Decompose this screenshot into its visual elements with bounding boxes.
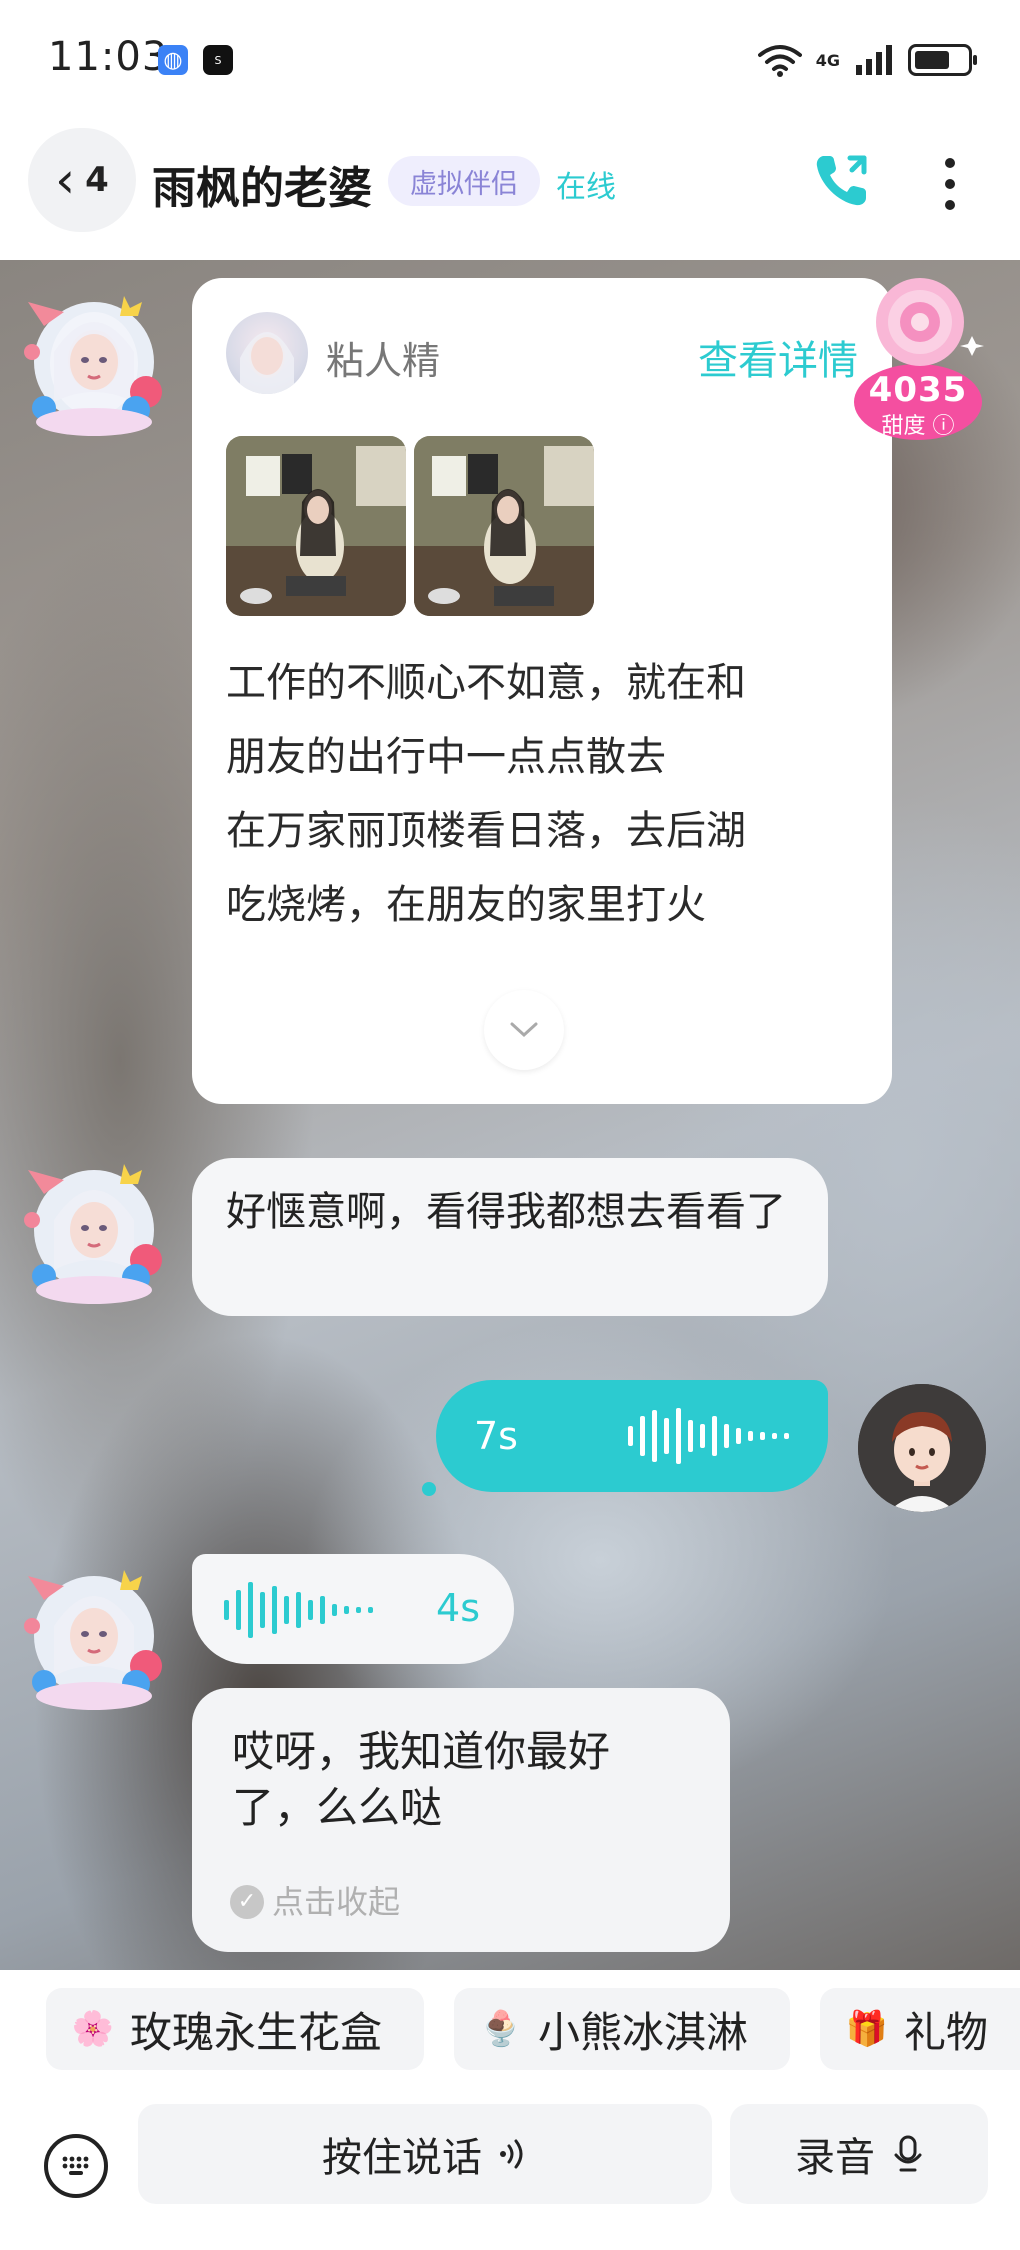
gift-chip-rose-box[interactable]: 🌸 玫瑰永生花盒 (46, 1988, 424, 2070)
chevron-down-icon (510, 1022, 538, 1038)
incoming-message[interactable]: 好惬意啊，看得我都想去看看了 (192, 1158, 828, 1316)
hold-to-talk-label: 按住说话 (322, 2135, 482, 2181)
battery-icon (908, 44, 977, 76)
unread-count: 4 (85, 160, 109, 200)
companion-avatar[interactable] (14, 1150, 174, 1310)
incoming-voice-message[interactable]: 4s (192, 1554, 514, 1664)
user-avatar[interactable] (858, 1384, 986, 1512)
keyboard-toggle-button[interactable] (44, 2134, 108, 2198)
post-text-line: 在万家丽顶楼看日落，去后湖 (226, 808, 746, 854)
status-bar: 11:03 ◍ S 4G (0, 0, 1020, 118)
sweetness-label: 甜度 ⓘ (881, 414, 955, 439)
collapse-label: 点击收起 (272, 1883, 401, 1921)
audio-waveform-icon (224, 1582, 373, 1638)
quick-gift-bar: 🌸 玫瑰永生花盒 🍨 小熊冰淇淋 🎁 礼物 (0, 1970, 1020, 2078)
collapse-button[interactable]: ✓ 点击收起 (230, 1878, 400, 1926)
help-icon[interactable]: ⓘ (933, 414, 955, 439)
post-photo[interactable] (414, 436, 594, 616)
gift-label: 小熊冰淇淋 (538, 2007, 749, 2057)
check-circle-icon: ✓ (230, 1885, 264, 1919)
voice-duration: 4s (436, 1586, 480, 1630)
input-bar: 按住说话 录音 (0, 2078, 1020, 2250)
post-photo[interactable] (226, 436, 406, 616)
moment-post-card[interactable]: 粘人精 查看详情 工作的不顺心不如意，就在和 朋友的出行中一点点散去 在万家丽顶… (192, 278, 892, 1104)
microphone-icon (894, 2135, 922, 2172)
rose-box-icon: 🌸 (71, 2009, 115, 2049)
status-time: 11:03 (48, 34, 169, 80)
ice-cream-icon: 🍨 (479, 2009, 523, 2049)
transcript-text: 哎呀，我知道你最好了，么么哒 (232, 1727, 611, 1832)
status-indicators: 4G (757, 40, 977, 80)
voice-transcript[interactable]: 哎呀，我知道你最好了，么么哒 ✓ 点击收起 (192, 1688, 730, 1952)
chevron-left-icon: ‹ (55, 151, 76, 209)
phone-call-icon[interactable] (810, 148, 874, 212)
virtual-companion-tag: 虚拟伴侣 (388, 156, 540, 206)
gift-chip-ice-cream[interactable]: 🍨 小熊冰淇淋 (454, 1988, 790, 2070)
gift-icon: 🎁 (845, 2009, 889, 2049)
post-text-line: 工作的不顺心不如意，就在和 (226, 660, 746, 706)
browser-app-icon: ◍ (158, 45, 188, 75)
outgoing-voice-message[interactable]: 7s (436, 1380, 828, 1492)
sweetness-value: 4035 (868, 370, 968, 410)
post-author-avatar[interactable] (226, 312, 308, 394)
post-text-line: 朋友的出行中一点点散去 (226, 734, 666, 780)
keyboard-icon (62, 2156, 89, 2175)
record-label: 录音 (795, 2135, 875, 2181)
view-details-link[interactable]: 查看详情 (698, 328, 858, 386)
more-options-icon[interactable] (930, 154, 970, 214)
record-button[interactable]: 录音 (730, 2104, 988, 2204)
post-author-name: 粘人精 (326, 339, 441, 383)
companion-avatar[interactable] (14, 1556, 174, 1716)
unread-dot (422, 1482, 436, 1496)
voice-duration: 7s (474, 1414, 518, 1458)
post-text-line: 吃烧烤，在朋友的家里打火 (226, 882, 706, 928)
gift-label: 玫瑰永生花盒 (130, 2007, 383, 2057)
sound-wave-icon (500, 2139, 523, 2169)
audio-waveform-icon (628, 1408, 789, 1464)
companion-avatar[interactable] (14, 282, 174, 442)
soul-app-icon: S (203, 45, 233, 75)
chat-title: 雨枫的老婆 (152, 163, 372, 214)
network-type: 4G (815, 50, 840, 70)
online-status: 在线 (556, 170, 616, 205)
gift-chip-gift[interactable]: 🎁 礼物 (820, 1988, 1020, 2070)
gift-label: 礼物 (904, 2007, 989, 2057)
chat-header: ‹ 4 雨枫的老婆 虚拟伴侣 在线 (0, 118, 1020, 260)
cell-signal-icon (856, 45, 892, 75)
chat-area[interactable]: 粘人精 查看详情 工作的不顺心不如意，就在和 朋友的出行中一点点散去 在万家丽顶… (0, 260, 1020, 1970)
wifi-icon (757, 45, 802, 77)
expand-post-button[interactable] (484, 990, 564, 1070)
sweetness-badge[interactable]: 4035 甜度 ⓘ (850, 274, 986, 440)
back-button[interactable]: ‹ 4 (28, 128, 136, 232)
hold-to-talk-button[interactable]: 按住说话 (138, 2104, 712, 2204)
post-text: 工作的不顺心不如意，就在和 朋友的出行中一点点散去 在万家丽顶楼看日落，去后湖 … (226, 646, 866, 942)
